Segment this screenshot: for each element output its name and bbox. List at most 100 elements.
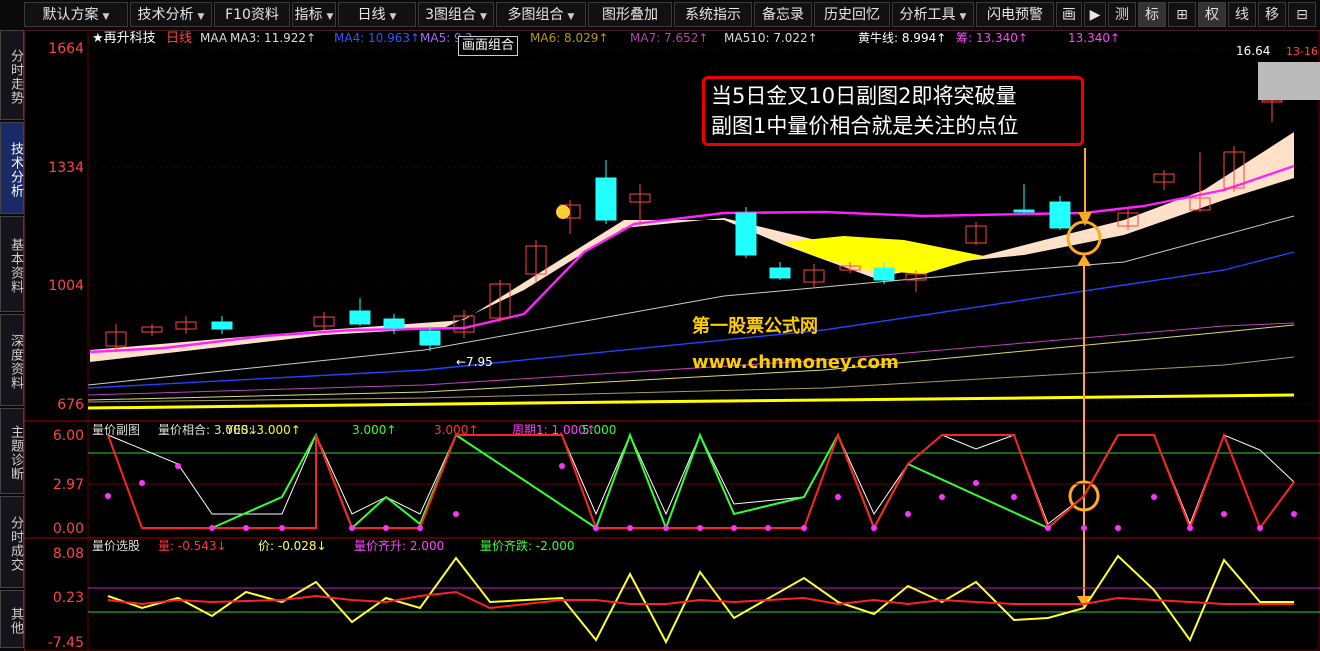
toolbar-item-1[interactable]: 技术分析 [130, 2, 212, 27]
sub2-y-tick-1: 0.23 [53, 590, 84, 606]
main-legend-8: 筹: 13.340↑ [956, 31, 1028, 45]
sidebar-tab-4[interactable]: 主题诊断 [0, 408, 24, 494]
sub1-white-line [107, 433, 1295, 526]
toolbar-right-0[interactable]: 测 [1108, 2, 1136, 27]
sidebar-tab-5[interactable]: 分时成交 [0, 496, 24, 588]
smiley-icon [556, 205, 570, 219]
yellow-thick-line [87, 393, 1295, 410]
main-title: ★再升科技 [92, 31, 156, 46]
callout-line-1: 当5日金叉10日副图2即将突破量 [711, 84, 1017, 108]
sub1-dot-4 [243, 525, 249, 531]
sub1-dot-25 [1081, 525, 1087, 531]
high-label-2: 13-16 [1286, 45, 1318, 58]
toolbar-item-5[interactable]: 3图组合 [418, 2, 494, 27]
toolbar-right-4[interactable]: 线 [1228, 2, 1256, 27]
toolbar: 默认方案技术分析F10资料指标日线3图组合多图组合图形叠加系统指示备忘录历史回忆… [0, 0, 1320, 31]
toolbar-item-8[interactable]: 系统指示 [674, 2, 752, 27]
sub1-dot-28 [1187, 525, 1193, 531]
main-legend-0: MAA [200, 31, 228, 45]
sub1-dot-27 [1151, 494, 1157, 500]
sidebar-tab-2[interactable]: 基本资料 [0, 216, 24, 312]
toolbar-right-2[interactable]: ⊞ [1168, 2, 1196, 27]
sub1-dot-5 [279, 525, 285, 531]
sub1-dot-21 [939, 494, 945, 500]
sub1-red-line [107, 432, 1295, 531]
sub2-y-tick-0: 8.08 [53, 546, 84, 562]
main-legend-7: 黄牛线: 8.994↑ [858, 30, 946, 45]
sub1-dot-1 [139, 480, 145, 486]
toolbar-right-1[interactable]: 标 [1138, 2, 1166, 27]
toolbar-item-3[interactable]: 指标 [292, 2, 336, 27]
toolbar-right-3[interactable]: 权 [1198, 2, 1226, 27]
sub1-dot-14 [697, 525, 703, 531]
sub1-dot-16 [765, 525, 771, 531]
sub1-legend-2: YES: 3.000↑ [225, 423, 301, 437]
main-y-tick-0: 1664 [48, 41, 84, 57]
sidebar-tab-0[interactable]: 分时走势 [0, 30, 24, 120]
toolbar-item-0[interactable]: 默认方案 [24, 2, 128, 27]
annotation-callout: 当5日金叉10日副图2即将突破量 副图1中量价相合就是关注的点位 [702, 76, 1084, 146]
sub1-dot-31 [1291, 511, 1297, 517]
sidebar-tab-6[interactable]: 其他 [0, 590, 24, 648]
candle-body-7 [419, 330, 441, 346]
sub1-dot-26 [1115, 525, 1121, 531]
main-legend-4: MA6: 8.029↑ [530, 31, 608, 45]
sub1-legend-0: 量价副图 [92, 423, 140, 437]
sub1-dot-17 [801, 525, 807, 531]
sub1-dot-22 [973, 480, 979, 486]
sub2-red-line [107, 590, 1294, 610]
toolbar-item-11[interactable]: 分析工具 [892, 2, 974, 27]
sub2-legend-4: 量价齐跌: -2.000 [480, 538, 575, 553]
toolbar-item-7[interactable]: 图形叠加 [588, 2, 672, 27]
toolbar-item-4[interactable]: 日线 [338, 2, 416, 27]
toolbar-item-13[interactable]: 画 [1056, 2, 1082, 27]
toolbar-item-9[interactable]: 备忘录 [754, 2, 812, 27]
callout-line-2: 副图1中量价相合就是关注的点位 [711, 114, 1019, 138]
candle-body-3 [211, 321, 233, 330]
chart-area[interactable]: 1664 1334 1004 676 ★再升科技 日线 MAA MA3: 11.922↑ MA4… [24, 30, 1320, 651]
sub1-dot-18 [835, 494, 841, 500]
toolbar-item-6[interactable]: 多图组合 [496, 2, 586, 27]
toolbar-item-10[interactable]: 历史回忆 [814, 2, 890, 27]
sub1-y-tick-0: 6.00 [53, 428, 84, 444]
main-y-tick-1: 1334 [48, 160, 84, 176]
candle-body-15 [769, 267, 791, 279]
sub1-dot-3 [209, 525, 215, 531]
sub1-dot-19 [871, 525, 877, 531]
toolbar-right-5[interactable]: 移 [1258, 2, 1286, 27]
scroll-right-icon[interactable]: ▶ [1084, 2, 1106, 27]
watermark-1: 第一股票公式网 [692, 315, 818, 337]
main-legend-1: MA3: 11.922↑ [230, 31, 316, 45]
main-y-tick-3: 676 [57, 397, 84, 413]
main-legend-9: 13.340↑ [1068, 31, 1120, 45]
toolbar-item-2[interactable]: F10资料 [214, 2, 290, 27]
candle-body-18 [873, 267, 895, 281]
sidebar-tab-3[interactable]: 深度资料 [0, 314, 24, 406]
sub1-dot-30 [1257, 525, 1263, 531]
sub2-legend-2: 价: -0.028↓ [258, 539, 327, 553]
sub1-dot-7 [383, 525, 389, 531]
candle-body-5 [349, 310, 371, 325]
toolbar-item-12[interactable]: 闪电预警 [976, 2, 1054, 27]
sub1-dot-23 [1011, 494, 1017, 500]
main-period: 日线 [166, 31, 192, 46]
low-label: ←7.95 [456, 355, 493, 369]
sub1-dot-13 [663, 525, 669, 531]
sub2-legend-0: 量价选股 [92, 539, 140, 553]
sub1-dot-12 [627, 525, 633, 531]
sidebar-tab-1[interactable]: 技术分析 [0, 122, 24, 214]
toolbar-right-6[interactable]: ⊟ [1288, 2, 1316, 27]
sub1-y-tick-1: 2.97 [53, 477, 84, 493]
sub1-dot-2 [175, 463, 181, 469]
sub1-y-tick-2: 0.00 [53, 521, 84, 537]
candle-body-12 [595, 177, 617, 221]
main-y-tick-2: 1004 [48, 278, 84, 294]
sub1-dot-0 [105, 493, 111, 499]
sub1-dot-29 [1221, 511, 1227, 517]
sub2-y-tick-2: -7.45 [48, 635, 84, 651]
sub1-dot-10 [559, 463, 565, 469]
ma-line-blue [87, 251, 1295, 389]
arrow-2-head-up [1077, 254, 1091, 266]
candle-body-22 [1049, 201, 1071, 229]
sub1-green-line [211, 432, 1154, 531]
